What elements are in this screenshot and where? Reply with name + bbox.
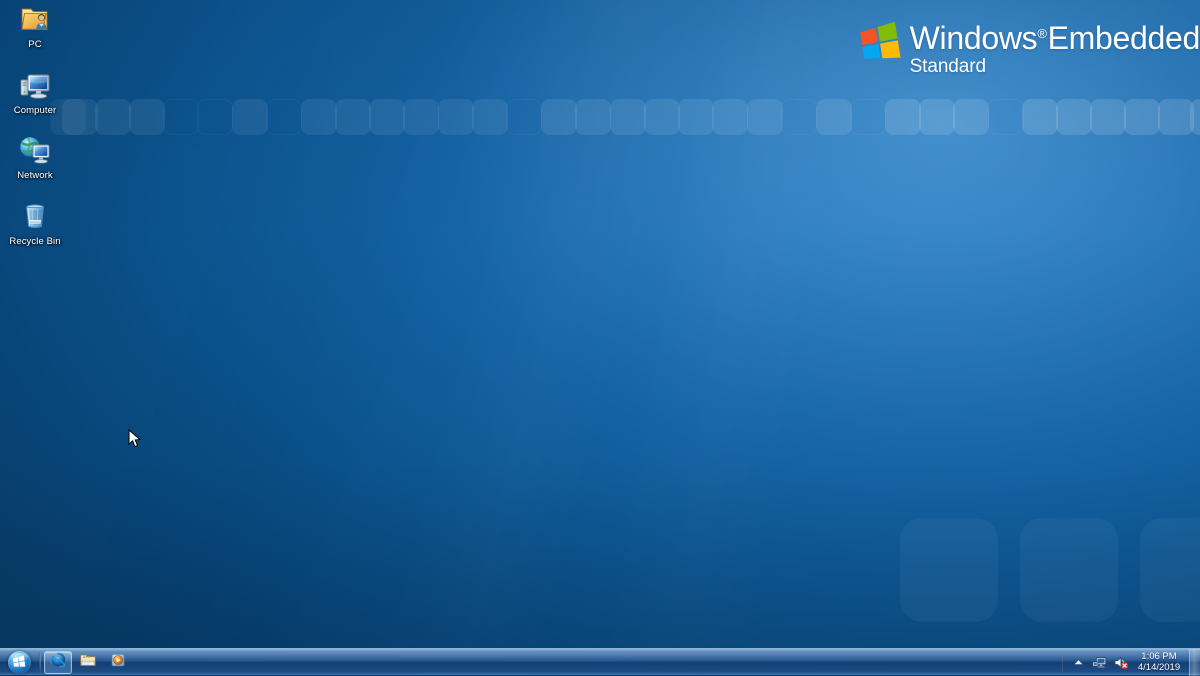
decorative-square [1022,99,1058,135]
decorative-square [1090,99,1126,135]
taskbar-separator [39,652,41,673]
speaker-muted-icon[interactable] [1112,654,1129,671]
decorative-large-square [900,518,998,622]
show-desktop-button[interactable] [1189,649,1200,676]
taskbar-media-player[interactable] [104,651,132,674]
desktop-surface[interactable]: PC [0,0,1200,675]
decorative-square [335,99,371,135]
decorative-large-square [1140,518,1200,622]
decorative-square [678,99,714,135]
clock-time: 1:06 PM [1141,651,1176,662]
arrow-pointer-cursor [128,429,142,449]
decorative-square-row [0,99,1200,141]
folder-explorer-icon [79,651,97,674]
decorative-square [781,99,817,135]
desktop-icon-recycle-bin[interactable]: Recycle Bin [2,199,68,247]
decorative-square [197,99,233,135]
decorative-square [438,99,474,135]
windows-embedded-branding: Windows®Embedded Standard [859,17,1200,78]
desktop-icon-label: Computer [14,105,57,116]
computer-icon [18,68,52,102]
desktop-icon-label: Recycle Bin [9,236,60,247]
decorative-square [541,99,577,135]
decorative-square [575,99,611,135]
show-hidden-icons-chevron[interactable] [1070,654,1087,671]
decorative-square [403,99,439,135]
start-orb-button[interactable] [1,650,37,675]
decorative-square [1190,99,1200,135]
desktop-icon-network[interactable]: Network [2,133,68,181]
internet-explorer-icon [49,651,67,674]
recycle-bin-icon [18,199,52,233]
decorative-square [506,99,542,135]
decorative-square [301,99,337,135]
decorative-square [816,99,852,135]
desktop-icon-pc[interactable]: PC [2,2,68,50]
decorative-square [850,99,886,135]
decorative-large-square [1020,518,1118,622]
decorative-square [988,99,1024,135]
decorative-square [885,99,921,135]
system-tray[interactable]: 1:06 PM 4/14/2019 [1060,649,1200,676]
decorative-square [472,99,508,135]
trademark-mark: ® [1037,26,1046,41]
user-folder-icon [18,2,52,36]
decorative-square [747,99,783,135]
decorative-large-squares [900,518,1200,636]
decorative-square [95,99,131,135]
decorative-square [610,99,646,135]
taskbar-internet-explorer[interactable] [44,651,72,674]
brand-line-2: Standard [910,56,1200,78]
media-player-icon [109,651,127,674]
decorative-square [953,99,989,135]
windows-flag-logo [859,22,901,64]
brand-line-1: Windows®Embedded [910,17,1200,55]
decorative-square [1056,99,1092,135]
decorative-square [369,99,405,135]
desktop-icon-label: PC [28,39,41,50]
decorative-square [644,99,680,135]
taskbar-gloss [0,649,1200,661]
taskbar-windows-explorer[interactable] [74,651,102,674]
network-monitor-icon[interactable] [1091,654,1108,671]
decorative-square [1158,99,1194,135]
decorative-square [163,99,199,135]
network-globe-icon [18,133,52,167]
desktop-icon-computer[interactable]: Computer [2,68,68,116]
decorative-square [266,99,302,135]
decorative-square [232,99,268,135]
decorative-square [712,99,748,135]
tray-divider [1062,653,1063,672]
start-windows-flag-icon [8,651,31,674]
desktop-icon-label: Network [17,170,53,181]
decorative-square [1124,99,1160,135]
decorative-square [919,99,955,135]
taskbar[interactable]: 1:06 PM 4/14/2019 [0,648,1200,675]
decorative-square [129,99,165,135]
taskbar-clock[interactable]: 1:06 PM 4/14/2019 [1131,649,1187,676]
clock-date: 4/14/2019 [1138,662,1180,673]
